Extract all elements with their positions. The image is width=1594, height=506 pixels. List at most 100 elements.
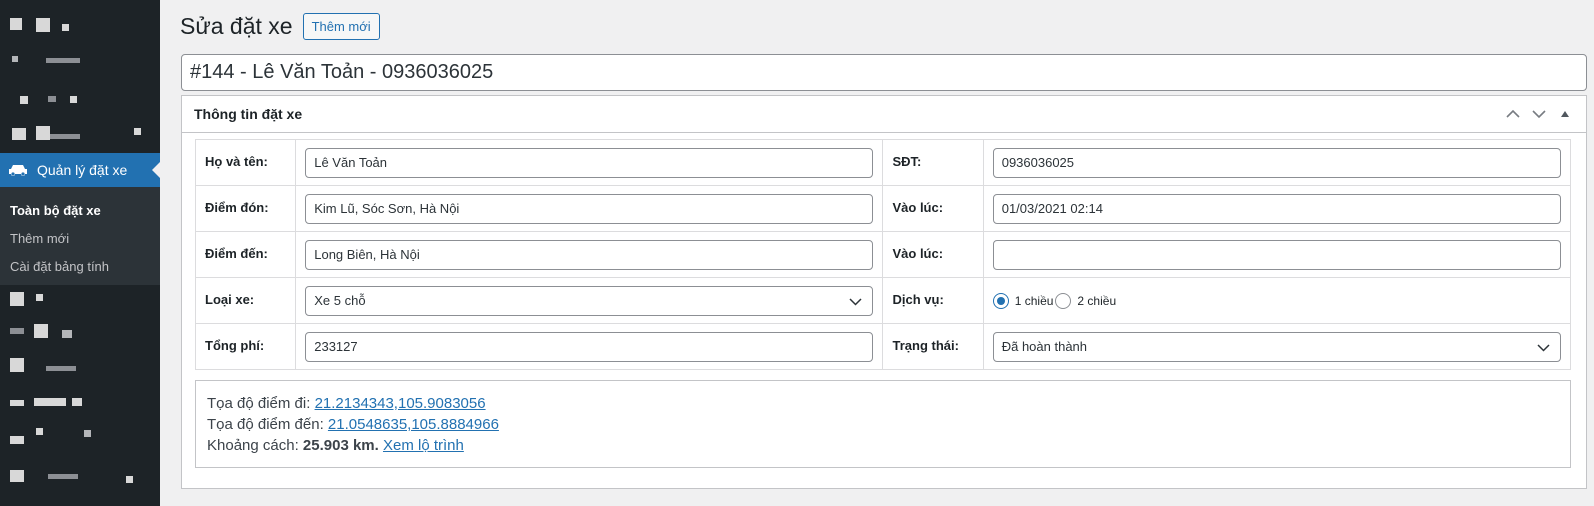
service-option-round-trip: 2 chiều: [1077, 293, 1117, 308]
post-title-input[interactable]: #144 - Lê Văn Toản - 0936036025: [181, 54, 1587, 91]
status-value: Đã hoàn thành: [1001, 338, 1088, 354]
distance-label: Khoảng cách:: [207, 437, 303, 454]
obscured-menu-item: [34, 324, 48, 338]
phone-cell: 0936036025: [982, 139, 1572, 186]
distance-value: 25.903 km.: [302, 437, 379, 454]
obscured-menu-item: [62, 24, 69, 31]
name-label: Họ và tên:: [194, 139, 297, 186]
pickup-cell: Kim Lũ, Sóc Sơn, Hà Nội: [295, 185, 884, 232]
to-coords-line: Tọa độ điểm đến: 21.0548635,105.8884966: [207, 414, 1559, 435]
dropoff-time-cell: [982, 231, 1572, 278]
obscured-menu-item: [62, 330, 72, 338]
obscured-menu-item: [34, 398, 66, 406]
add-new-button[interactable]: Thêm mới: [302, 13, 380, 40]
obscured-menu-item: [70, 96, 77, 103]
obscured-menu-item[interactable]: [10, 470, 24, 482]
obscured-menu-item[interactable]: [10, 358, 24, 372]
chevron-down-icon: [1537, 343, 1550, 352]
distance-line: Khoảng cách: 25.903 km. Xem lộ trình: [207, 435, 1559, 456]
pickup-field[interactable]: Kim Lũ, Sóc Sơn, Hà Nội: [305, 193, 874, 224]
table-row: Điểm đón: Kim Lũ, Sóc Sơn, Hà Nội Vào lú…: [194, 185, 1572, 232]
obscured-menu-item: [72, 398, 82, 406]
move-down-icon[interactable]: [1530, 105, 1548, 123]
to-coords-label: Tọa độ điểm đến:: [207, 416, 328, 433]
phone-field[interactable]: 0936036025: [992, 147, 1561, 178]
submenu-item-spreadsheet-settings[interactable]: Cài đặt bảng tính: [0, 253, 160, 281]
service-cell: 1 chiều 2 chiều: [982, 277, 1572, 324]
dropoff-cell: Long Biên, Hà Nội: [295, 231, 884, 278]
from-coords-label: Tọa độ điểm đi:: [207, 395, 315, 412]
dropoff-field[interactable]: Long Biên, Hà Nội: [305, 239, 874, 270]
service-label: Dịch vụ:: [882, 277, 984, 324]
main-content: Sửa đặt xe Thêm mới #144 - Lê Văn Toản -…: [160, 0, 1594, 506]
dropoff-time-label: Vào lúc:: [882, 231, 984, 278]
obscured-menu-item: [134, 128, 141, 135]
obscured-menu-item: [50, 134, 80, 139]
booking-submenu: Toàn bộ đặt xe Thêm mới Cài đặt bảng tín…: [0, 187, 160, 285]
total-field[interactable]: 233127: [305, 331, 874, 362]
menu-item-label: Quản lý đặt xe: [37, 162, 128, 178]
obscured-menu-item[interactable]: [10, 436, 24, 444]
pickup-time-field[interactable]: 01/03/2021 02:14: [992, 193, 1561, 224]
dropoff-label: Điểm đến:: [194, 231, 297, 278]
total-cell: 233127: [295, 323, 884, 370]
booking-info-postbox: Thông tin đặt xe Họ và tên: Lê Văn Toản: [181, 95, 1587, 489]
service-radio-round-trip[interactable]: [1055, 292, 1072, 309]
table-row: Loại xe: Xe 5 chỗ Dịch vụ: 1 chiều 2 chi…: [194, 277, 1572, 324]
from-coords-link[interactable]: 21.2134343,105.9083056: [315, 395, 486, 412]
postbox-handle-actions: [1504, 105, 1574, 123]
obscured-menu-item[interactable]: [10, 292, 24, 306]
obscured-menu-item[interactable]: [12, 128, 26, 140]
admin-sidebar: Quản lý đặt xe Toàn bộ đặt xe Thêm mới C…: [0, 0, 160, 506]
postbox-header: Thông tin đặt xe: [182, 96, 1586, 133]
collapse-toggle-icon[interactable]: [1556, 105, 1574, 123]
obscured-menu-item[interactable]: [10, 18, 22, 30]
car-type-label: Loại xe:: [194, 277, 297, 324]
page-title: Sửa đặt xe: [180, 13, 293, 39]
car-type-value: Xe 5 chỗ: [314, 292, 366, 308]
table-row: Họ và tên: Lê Văn Toản SĐT: 0936036025: [194, 139, 1572, 186]
status-cell: Đã hoàn thành: [982, 323, 1572, 370]
car-type-select[interactable]: Xe 5 chỗ: [305, 285, 874, 316]
submenu-item-all-bookings[interactable]: Toàn bộ đặt xe: [0, 197, 160, 225]
view-route-link[interactable]: Xem lộ trình: [383, 437, 464, 454]
obscured-menu-item[interactable]: [20, 96, 28, 104]
table-row: Tổng phí: 233127 Trạng thái: Đã hoàn thà…: [194, 323, 1572, 370]
service-radio-one-way[interactable]: [992, 292, 1009, 309]
obscured-menu-item: [36, 18, 50, 32]
obscured-menu-item: [46, 366, 76, 371]
pickup-time-label: Vào lúc:: [882, 185, 984, 232]
obscured-menu-item[interactable]: [10, 400, 24, 406]
postbox-title: Thông tin đặt xe: [194, 106, 303, 122]
car-icon: [8, 163, 28, 177]
menu-item-booking-management[interactable]: Quản lý đặt xe: [0, 153, 160, 187]
obscured-menu-item: [36, 428, 43, 435]
move-up-icon[interactable]: [1504, 105, 1522, 123]
current-menu-arrow: [152, 162, 160, 178]
obscured-menu-item: [36, 126, 50, 140]
obscured-menu-item: [48, 474, 78, 479]
submenu-item-add-new[interactable]: Thêm mới: [0, 225, 160, 253]
service-radio-group: 1 chiều 2 chiều: [992, 292, 1561, 309]
name-field[interactable]: Lê Văn Toản: [305, 147, 874, 178]
pickup-label: Điểm đón:: [194, 185, 297, 232]
obscured-menu-item[interactable]: [12, 56, 18, 62]
from-coords-line: Tọa độ điểm đi: 21.2134343,105.9083056: [207, 393, 1559, 414]
name-cell: Lê Văn Toản: [295, 139, 884, 186]
page-header: Sửa đặt xe Thêm mới: [180, 13, 380, 40]
to-coords-link[interactable]: 21.0548635,105.8884966: [328, 416, 499, 433]
service-option-one-way: 1 chiều: [1014, 293, 1054, 308]
route-info-box: Tọa độ điểm đi: 21.2134343,105.9083056 T…: [195, 380, 1571, 468]
obscured-menu-item: [126, 476, 133, 483]
dropoff-time-field[interactable]: [992, 239, 1561, 270]
status-select[interactable]: Đã hoàn thành: [992, 331, 1561, 362]
obscured-menu-item: [46, 58, 80, 63]
car-type-cell: Xe 5 chỗ: [295, 277, 884, 324]
obscured-menu-item[interactable]: [10, 328, 24, 334]
table-row: Điểm đến: Long Biên, Hà Nội Vào lúc:: [194, 231, 1572, 278]
pickup-time-cell: 01/03/2021 02:14: [982, 185, 1572, 232]
booking-form-table: Họ và tên: Lê Văn Toản SĐT: 0936036025 Đ…: [194, 139, 1572, 370]
obscured-menu-item: [36, 294, 43, 301]
status-label: Trạng thái:: [882, 323, 984, 370]
obscured-menu-item: [48, 96, 56, 102]
